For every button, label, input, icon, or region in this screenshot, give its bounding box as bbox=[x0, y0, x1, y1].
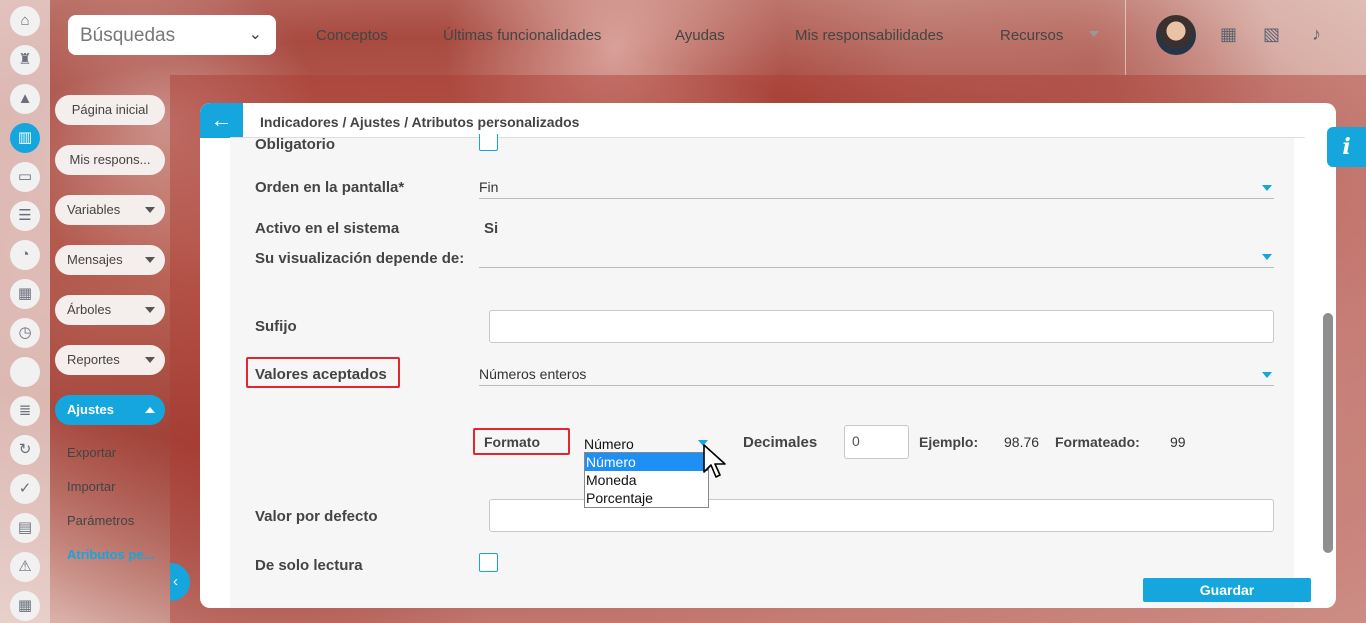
valores-value: Números enteros bbox=[479, 366, 587, 382]
clock-icon[interactable]: ◷ bbox=[10, 318, 40, 348]
lectura-checkbox[interactable] bbox=[479, 553, 498, 572]
formato-option-moneda[interactable]: Moneda bbox=[585, 471, 708, 489]
dropdown-arrow-icon bbox=[1262, 185, 1272, 191]
icon-rail: ⌂ ♜ ▲ ▥ ▭ ☰ ◔ ▦ ◷ ≣ ↻ ✓ ▤ ⚠ ▦ bbox=[0, 0, 50, 623]
check-icon[interactable]: ✓ bbox=[10, 474, 40, 504]
nav-ultimas-funcionalidades[interactable]: Últimas funcionalidades bbox=[443, 27, 601, 44]
caret-down-icon bbox=[145, 207, 155, 213]
chart-icon[interactable]: ▥ bbox=[10, 123, 40, 153]
sufijo-input[interactable] bbox=[489, 310, 1274, 343]
formato-option-numero[interactable]: Número bbox=[585, 453, 708, 471]
obligatorio-label: Obligatorio bbox=[255, 136, 335, 153]
sidebar-item-label: Árboles bbox=[67, 302, 112, 317]
calendar-icon[interactable]: ▦ bbox=[10, 591, 40, 621]
recursos-caret-icon[interactable] bbox=[1089, 31, 1099, 37]
nav-mis-responsabilidades[interactable]: Mis responsabilidades bbox=[795, 27, 943, 44]
caret-up-icon bbox=[145, 407, 155, 413]
breadcrumb: Indicadores / Ajustes / Atributos person… bbox=[260, 114, 580, 130]
nav-recursos[interactable]: Recursos bbox=[1000, 27, 1063, 44]
triangle-icon[interactable]: ▲ bbox=[10, 84, 40, 114]
info-icon[interactable]: i bbox=[1327, 127, 1366, 167]
dropdown-arrow-icon bbox=[1262, 254, 1272, 260]
back-arrow-icon[interactable]: ← bbox=[200, 103, 243, 138]
submenu-atributos-personalizados[interactable]: Atributos pe... bbox=[67, 547, 154, 562]
calendar-icon[interactable]: ▦ bbox=[1220, 24, 1237, 45]
orden-label: Orden en la pantalla* bbox=[255, 179, 405, 196]
sidebar-item-variables[interactable]: Variables bbox=[55, 195, 165, 225]
lectura-label: De solo lectura bbox=[255, 557, 363, 574]
save-button[interactable]: Guardar bbox=[1143, 578, 1311, 602]
cycle-icon[interactable]: ↻ bbox=[10, 435, 40, 465]
home-icon[interactable]: ⌂ bbox=[10, 6, 40, 36]
sidebar-item-mis-responsabilidades[interactable]: Mis respons... bbox=[55, 145, 165, 175]
bell-icon[interactable]: ♪ bbox=[1312, 24, 1321, 45]
decimales-label: Decimales bbox=[743, 434, 818, 451]
document-icon[interactable]: ≣ bbox=[10, 396, 40, 426]
sidebar-item-mensajes[interactable]: Mensajes bbox=[55, 245, 165, 275]
pie-icon[interactable]: ◔ bbox=[10, 240, 40, 270]
chevron-down-icon: ⌄ bbox=[248, 26, 262, 43]
sidebar-item-label: Mensajes bbox=[67, 252, 123, 267]
nav-conceptos[interactable]: Conceptos bbox=[316, 27, 388, 44]
depende-label: Su visualización depende de: bbox=[255, 250, 465, 267]
submenu-exportar[interactable]: Exportar bbox=[67, 445, 116, 460]
formateado-value: 99 bbox=[1170, 434, 1186, 450]
formato-label: Formato bbox=[484, 434, 540, 450]
caret-down-icon bbox=[145, 307, 155, 313]
avatar[interactable] bbox=[1156, 15, 1196, 55]
sidebar-item-pagina-inicial[interactable]: Página inicial bbox=[55, 95, 165, 125]
ejemplo-label: Ejemplo: bbox=[919, 434, 979, 450]
sliders-icon[interactable]: ☰ bbox=[10, 201, 40, 231]
vertical-scrollbar[interactable] bbox=[1323, 313, 1333, 553]
search-label: Búsquedas bbox=[80, 25, 176, 46]
caret-down-icon bbox=[145, 357, 155, 363]
warning-icon[interactable]: ⚠ bbox=[10, 552, 40, 582]
formato-options-list: Número Moneda Porcentaje bbox=[584, 452, 709, 508]
sidebar-item-ajustes[interactable]: Ajustes bbox=[55, 395, 165, 425]
submenu-parametros[interactable]: Parámetros bbox=[67, 513, 134, 528]
sufijo-label: Sufijo bbox=[255, 318, 297, 335]
top-divider bbox=[1125, 0, 1126, 75]
activo-label: Activo en el sistema bbox=[255, 220, 400, 237]
map-icon[interactable]: ▦ bbox=[10, 279, 40, 309]
blank-icon[interactable] bbox=[10, 357, 40, 387]
formato-option-porcentaje[interactable]: Porcentaje bbox=[585, 489, 708, 507]
caret-down-icon bbox=[145, 257, 155, 263]
search-dropdown[interactable]: Búsquedas ⌄ bbox=[68, 15, 276, 55]
orden-select[interactable]: Fin bbox=[479, 175, 1274, 199]
castle-icon[interactable]: ♜ bbox=[10, 45, 40, 75]
sidebar-item-reportes[interactable]: Reportes bbox=[55, 345, 165, 375]
valores-select[interactable]: Números enteros bbox=[479, 362, 1274, 386]
obligatorio-checkbox[interactable] bbox=[479, 134, 498, 151]
sidebar-item-label: Ajustes bbox=[67, 402, 114, 417]
defecto-label: Valor por defecto bbox=[255, 508, 378, 525]
valores-label: Valores aceptados bbox=[255, 366, 387, 383]
activo-value: Si bbox=[484, 220, 499, 237]
dropdown-arrow-icon bbox=[1262, 372, 1272, 378]
mouse-cursor-icon bbox=[703, 444, 726, 478]
sidebar-item-arboles[interactable]: Árboles bbox=[55, 295, 165, 325]
nav-ayudas[interactable]: Ayudas bbox=[675, 27, 725, 44]
depende-select[interactable] bbox=[479, 244, 1274, 268]
orden-value: Fin bbox=[479, 179, 499, 195]
decimales-input[interactable]: 0 bbox=[844, 425, 909, 459]
sidebar-item-label: Reportes bbox=[67, 352, 120, 367]
submenu-importar[interactable]: Importar bbox=[67, 479, 115, 494]
sidebar-item-label: Variables bbox=[67, 202, 121, 217]
ejemplo-value: 98.76 bbox=[1004, 434, 1040, 450]
briefcase-icon[interactable]: ▤ bbox=[10, 513, 40, 543]
formateado-label: Formateado: bbox=[1055, 434, 1140, 450]
presentation-icon[interactable]: ▭ bbox=[10, 162, 40, 192]
top-bar: Búsquedas ⌄ Conceptos Últimas funcionali… bbox=[50, 0, 1366, 75]
map-icon[interactable]: ▧ bbox=[1263, 24, 1280, 45]
formato-value: Número bbox=[584, 436, 634, 452]
